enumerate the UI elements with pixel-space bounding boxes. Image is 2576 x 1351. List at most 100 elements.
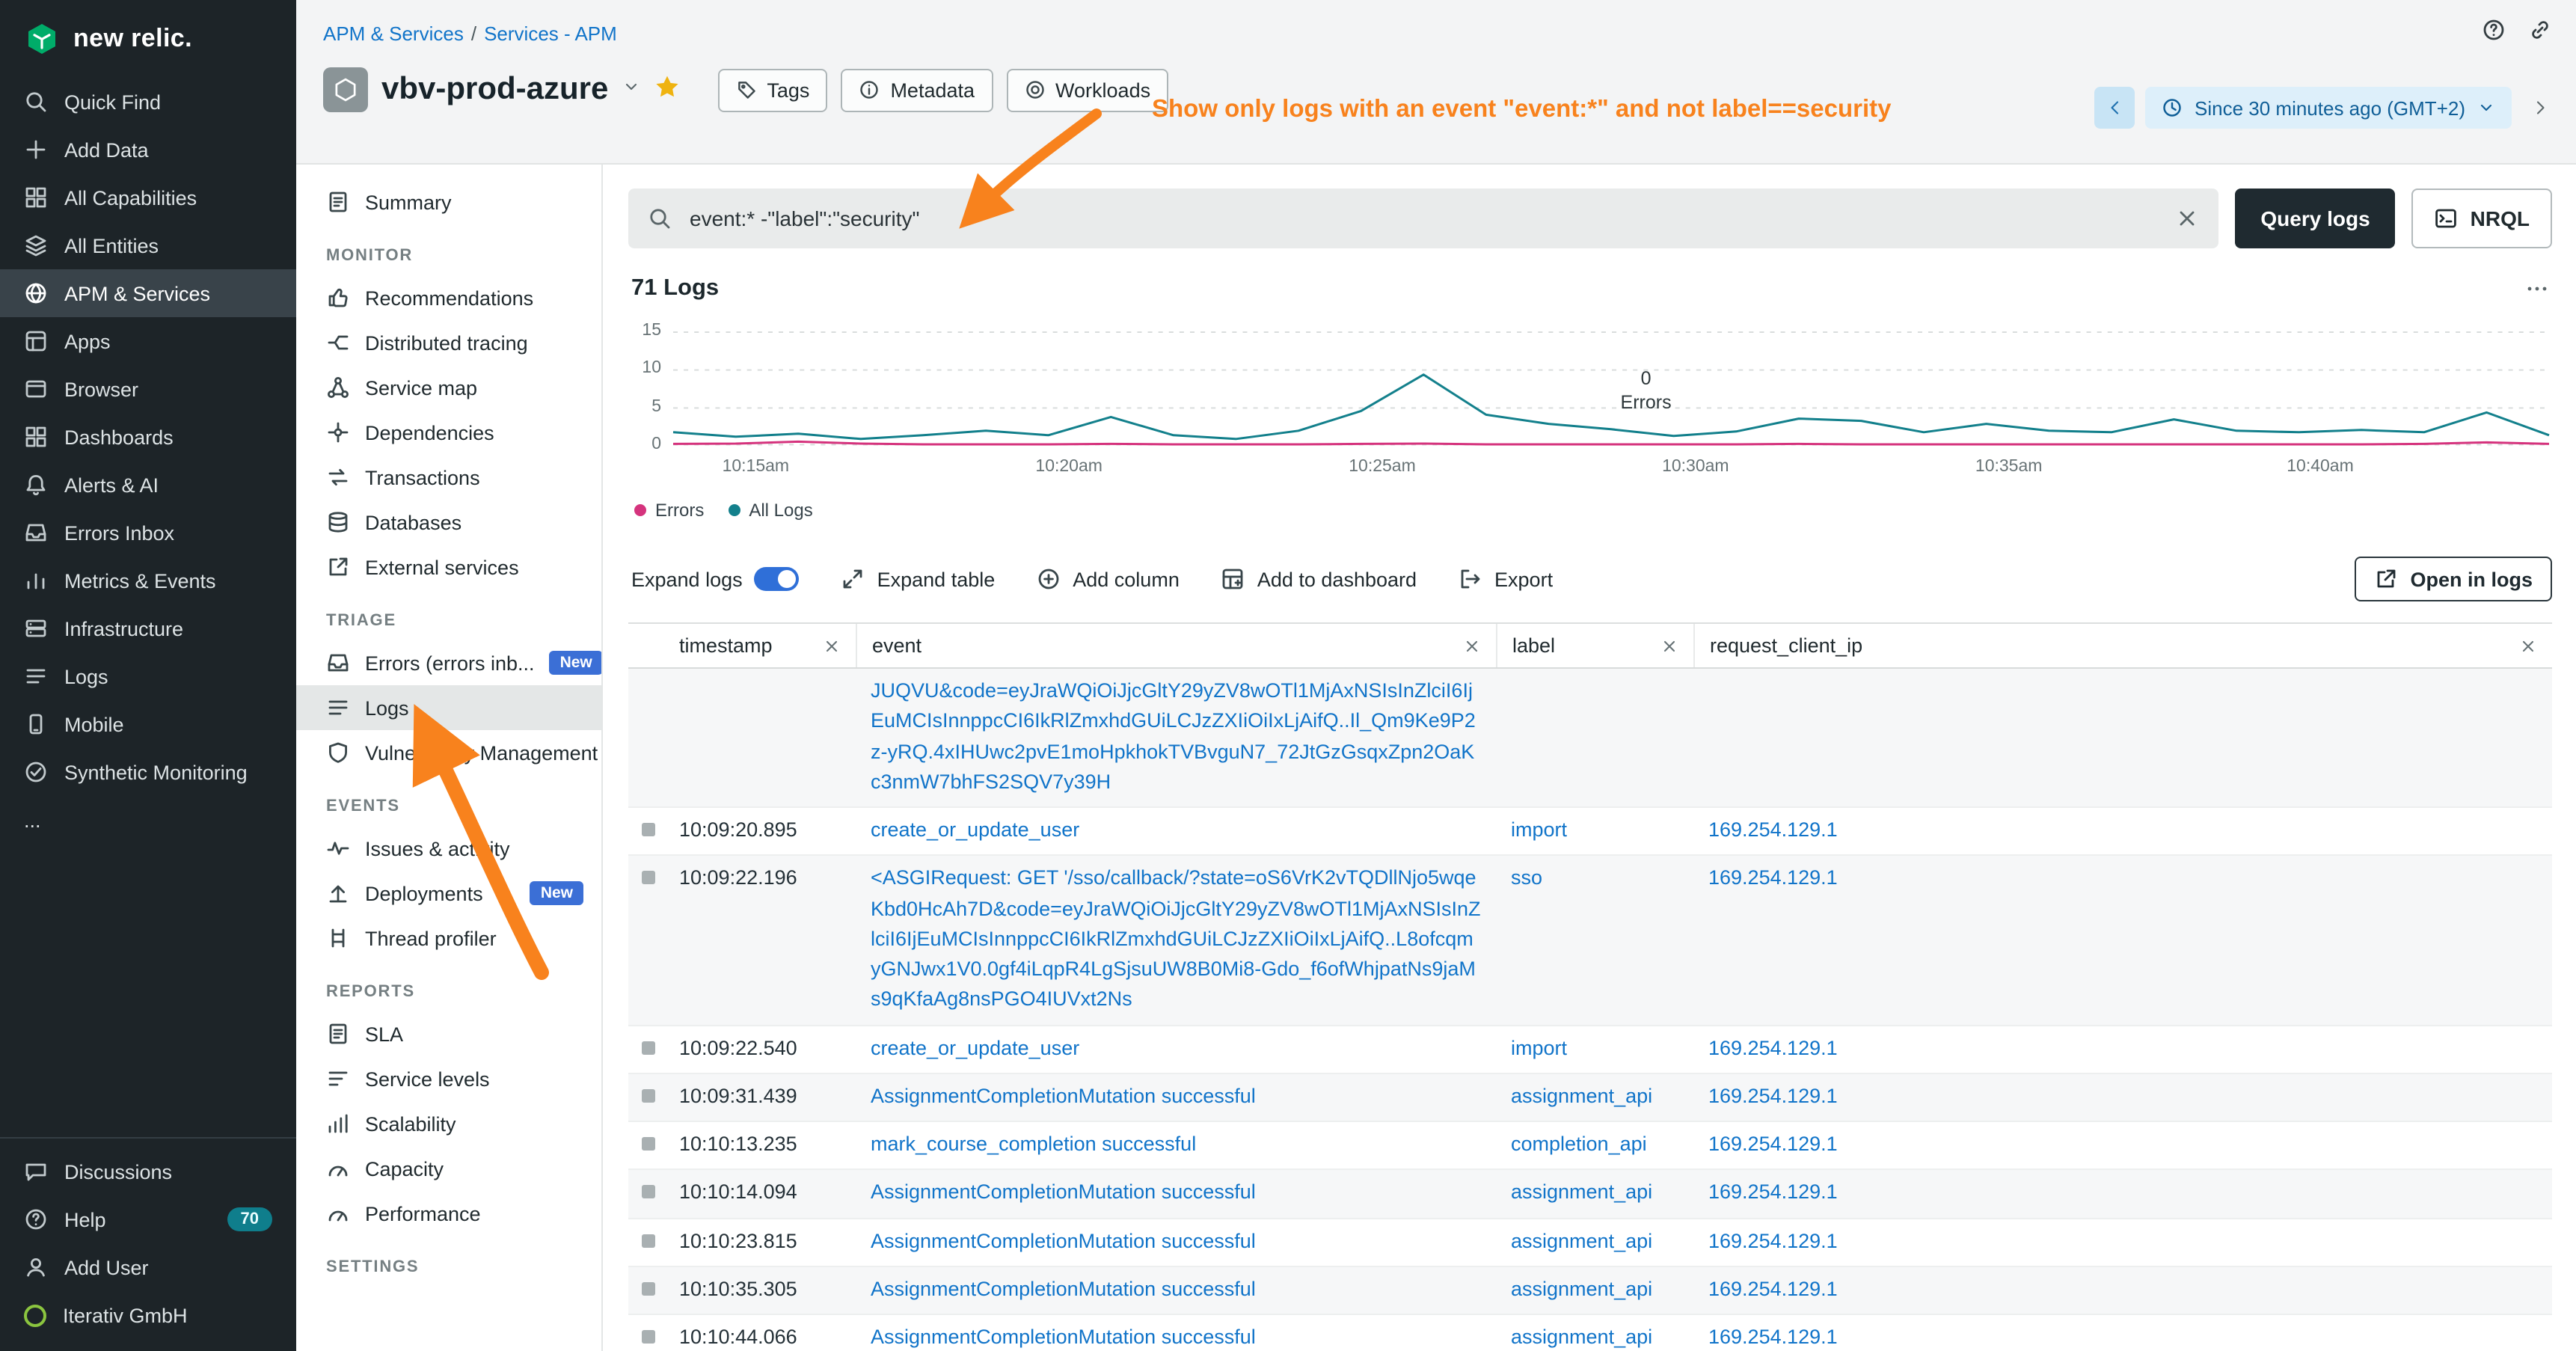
log-label-link[interactable]: assignment_api [1511, 1085, 1652, 1107]
sidebar-item-quick-find[interactable]: Quick Find [0, 78, 296, 126]
log-row-checkbox[interactable] [642, 1041, 655, 1054]
sidebar-item-errors-inbox[interactable]: Errors Inbox [0, 509, 296, 557]
remove-column-icon[interactable] [2519, 637, 2537, 655]
log-ip-link[interactable]: 169.254.129.1 [1708, 867, 1838, 889]
remove-column-icon[interactable] [1660, 637, 1678, 655]
subnav-item-databases[interactable]: Databases [296, 500, 601, 545]
subnav-item-capacity[interactable]: Capacity [296, 1146, 601, 1191]
log-row-checkbox[interactable] [642, 823, 655, 836]
log-ip-link[interactable]: 169.254.129.1 [1708, 1085, 1838, 1107]
subnav-item-errors-errors-inb[interactable]: Errors (errors inb...New [296, 640, 601, 685]
open-in-logs-button[interactable]: Open in logs [2355, 557, 2552, 601]
log-event-link[interactable]: AssignmentCompletionMutation successful [871, 1229, 1256, 1252]
sidebar-item-add-user[interactable]: Add User [0, 1243, 296, 1291]
entity-switcher-caret-icon[interactable] [622, 76, 640, 103]
breadcrumb-link-services[interactable]: Services - APM [484, 22, 617, 45]
log-row[interactable]: 10:10:23.815AssignmentCompletionMutation… [628, 1219, 2552, 1267]
log-row[interactable]: 10:09:20.895create_or_update_userimport1… [628, 808, 2552, 857]
subnav-item-transactions[interactable]: Transactions [296, 455, 601, 500]
log-ip-link[interactable]: 169.254.129.1 [1708, 818, 1838, 841]
log-event-link[interactable]: create_or_update_user [871, 818, 1079, 841]
add-to-dashboard-button[interactable]: Add to dashboard [1221, 567, 1417, 591]
log-label-link[interactable]: import [1511, 818, 1567, 841]
export-button[interactable]: Export [1459, 567, 1553, 591]
more-options-icon[interactable] [2525, 277, 2549, 301]
log-label-link[interactable]: assignment_api [1511, 1181, 1652, 1204]
sidebar-item-more[interactable]: ... [0, 796, 296, 844]
subnav-item-sla[interactable]: SLA [296, 1011, 601, 1056]
time-forward-button[interactable] [2522, 97, 2558, 118]
help-circle-icon[interactable] [2482, 18, 2506, 49]
expand-logs-toggle[interactable] [755, 567, 800, 591]
log-row-checkbox[interactable] [642, 1137, 655, 1151]
log-event-link[interactable]: AssignmentCompletionMutation successful [871, 1326, 1256, 1348]
sidebar-item-help[interactable]: Help70 [0, 1195, 296, 1243]
log-row-checkbox[interactable] [642, 1330, 655, 1344]
breadcrumb-link-apm[interactable]: APM & Services [323, 22, 464, 45]
tags-button[interactable]: Tags [717, 68, 827, 111]
subnav-item-deployments[interactable]: DeploymentsNew [296, 871, 601, 916]
time-back-button[interactable] [2094, 87, 2135, 129]
log-label-link[interactable]: completion_api [1511, 1133, 1647, 1155]
subnav-item-thread-profiler[interactable]: Thread profiler [296, 916, 601, 961]
nrql-button[interactable]: NRQL [2412, 189, 2552, 248]
log-label-link[interactable]: assignment_api [1511, 1278, 1652, 1300]
log-event-link[interactable]: JUQVU&code=eyJraWQiOiJjcGltY29yZV8wOTl1M… [871, 679, 1476, 793]
subnav-item-service-levels[interactable]: Service levels [296, 1056, 601, 1101]
log-row-checkbox[interactable] [642, 1186, 655, 1199]
sidebar-item-iterativ-gmbh[interactable]: Iterativ GmbH [0, 1291, 296, 1339]
log-row[interactable]: 10:09:31.439AssignmentCompletionMutation… [628, 1074, 2552, 1123]
subnav-item-issues-activity[interactable]: Issues & activity [296, 826, 601, 871]
log-row[interactable]: 10:10:13.235mark_course_completion succe… [628, 1122, 2552, 1171]
sidebar-item-all-capabilities[interactable]: All Capabilities [0, 174, 296, 221]
subnav-item-recommendations[interactable]: Recommendations [296, 275, 601, 320]
query-logs-button[interactable]: Query logs [2235, 189, 2395, 248]
sidebar-item-add-data[interactable]: Add Data [0, 126, 296, 174]
log-ip-link[interactable]: 169.254.129.1 [1708, 1229, 1838, 1252]
log-row-checkbox[interactable] [642, 1089, 655, 1103]
sidebar-item-logs[interactable]: Logs [0, 652, 296, 700]
clear-query-icon[interactable] [2175, 206, 2199, 230]
log-label-link[interactable]: import [1511, 1036, 1567, 1059]
workloads-button[interactable]: Workloads [1006, 68, 1168, 111]
subnav-item-summary[interactable]: Summary [296, 180, 601, 224]
subnav-item-performance[interactable]: Performance [296, 1191, 601, 1236]
permalink-icon[interactable] [2528, 18, 2552, 49]
sidebar-item-alerts-ai[interactable]: Alerts & AI [0, 461, 296, 509]
favorite-star-icon[interactable] [653, 73, 680, 107]
sidebar-item-infrastructure[interactable]: Infrastructure [0, 604, 296, 652]
log-row[interactable]: 10:09:22.540create_or_update_userimport1… [628, 1026, 2552, 1074]
sidebar-item-mobile[interactable]: Mobile [0, 700, 296, 748]
subnav-item-vulnerability-management[interactable]: Vulnerability Management [296, 730, 601, 775]
log-row[interactable]: 10:10:44.066AssignmentCompletionMutation… [628, 1315, 2552, 1351]
subnav-item-logs[interactable]: Logs [296, 685, 601, 730]
metadata-button[interactable]: Metadata [841, 68, 993, 111]
log-row[interactable]: 10:10:14.094AssignmentCompletionMutation… [628, 1171, 2552, 1219]
sidebar-item-metrics-events[interactable]: Metrics & Events [0, 557, 296, 604]
log-row-checkbox[interactable] [642, 1282, 655, 1296]
legend-item-errors[interactable]: Errors [634, 500, 704, 521]
subnav-item-external-services[interactable]: External services [296, 545, 601, 589]
log-row[interactable]: JUQVU&code=eyJraWQiOiJjcGltY29yZV8wOTl1M… [628, 669, 2552, 808]
log-ip-link[interactable]: 169.254.129.1 [1708, 1036, 1838, 1059]
log-event-link[interactable]: mark_course_completion successful [871, 1133, 1196, 1155]
subnav-item-service-map[interactable]: Service map [296, 365, 601, 410]
log-ip-link[interactable]: 169.254.129.1 [1708, 1326, 1838, 1348]
subnav-item-distributed-tracing[interactable]: Distributed tracing [296, 320, 601, 365]
sidebar-item-dashboards[interactable]: Dashboards [0, 413, 296, 461]
log-row[interactable]: 10:10:35.305AssignmentCompletionMutation… [628, 1267, 2552, 1316]
log-ip-link[interactable]: 169.254.129.1 [1708, 1133, 1838, 1155]
log-ip-link[interactable]: 169.254.129.1 [1708, 1278, 1838, 1300]
log-row-checkbox[interactable] [642, 1234, 655, 1247]
log-label-link[interactable]: assignment_api [1511, 1326, 1652, 1348]
sidebar-item-synthetic-monitoring[interactable]: Synthetic Monitoring [0, 748, 296, 796]
log-event-link[interactable]: <ASGIRequest: GET '/sso/callback/?state=… [871, 867, 1481, 1011]
sidebar-item-discussions[interactable]: Discussions [0, 1148, 296, 1195]
log-row-checkbox[interactable] [642, 871, 655, 885]
subnav-item-scalability[interactable]: Scalability [296, 1101, 601, 1146]
new-relic-logo[interactable]: new relic. [0, 0, 296, 78]
legend-item-all-logs[interactable]: All Logs [728, 500, 812, 521]
log-filter-input[interactable] [687, 205, 2160, 232]
remove-column-icon[interactable] [823, 637, 841, 655]
sidebar-item-apps[interactable]: Apps [0, 317, 296, 365]
